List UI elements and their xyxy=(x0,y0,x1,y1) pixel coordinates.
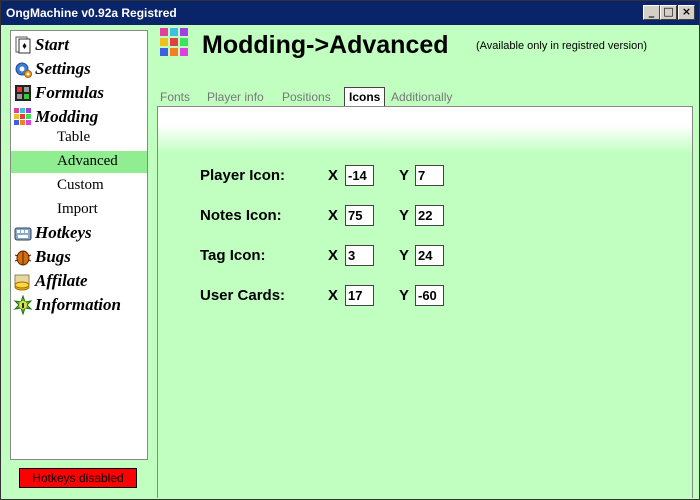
user-cards-x-field[interactable]: 17 xyxy=(345,285,374,306)
sidebar-subitem-label: Advanced xyxy=(57,153,118,169)
x-axis-label: X xyxy=(328,247,339,264)
sidebar-item-label: Modding xyxy=(35,107,99,126)
sidebar-item-label: Hotkeys xyxy=(35,223,92,242)
minimize-button[interactable]: _ xyxy=(643,5,660,20)
row-label-user-cards: User Cards: xyxy=(200,287,286,304)
calculator-icon xyxy=(15,85,31,101)
sidebar-item-settings[interactable]: Settings xyxy=(11,57,147,81)
sidebar-item-label: Formulas xyxy=(35,83,104,102)
tab-player-info[interactable]: Player info xyxy=(207,90,264,104)
tab-fonts[interactable]: Fonts xyxy=(160,90,190,104)
bug-icon xyxy=(14,250,32,266)
tab-additionally[interactable]: Additionally xyxy=(391,90,452,104)
icons-panel: Player Icon: X -14 Y 7 Notes Icon: X 75 … xyxy=(157,106,693,498)
sidebar-subitem-import[interactable]: Import xyxy=(11,199,147,221)
sidebar-item-hotkeys[interactable]: Hotkeys xyxy=(11,221,147,245)
hotkeys-status-badge[interactable]: Hotkeys disabled xyxy=(19,468,137,488)
sidebar-item-modding[interactable]: Modding xyxy=(11,105,147,129)
keyboard-icon xyxy=(14,227,32,241)
maximize-button[interactable]: □ xyxy=(660,5,677,20)
app-window: OngMachine v0.92a Registred _ □ × Start … xyxy=(0,0,700,500)
close-button[interactable]: × xyxy=(678,5,695,20)
sidebar-item-bugs[interactable]: Bugs xyxy=(11,245,147,269)
x-axis-label: X xyxy=(328,167,339,184)
sidebar-subitem-custom[interactable]: Custom xyxy=(11,175,147,197)
row-label-player-icon: Player Icon: xyxy=(200,167,286,184)
y-axis-label: Y xyxy=(399,207,410,224)
tab-positions[interactable]: Positions xyxy=(282,90,331,104)
title-bar[interactable]: OngMachine v0.92a Registred _ □ × xyxy=(1,1,699,25)
sidebar-item-formulas[interactable]: Formulas xyxy=(11,81,147,105)
x-axis-label: X xyxy=(328,287,339,304)
handshake-coins-icon xyxy=(14,274,30,291)
sidebar-subitem-advanced[interactable]: Advanced xyxy=(11,151,147,173)
player-icon-x-field[interactable]: -14 xyxy=(345,165,374,186)
tag-icon-x-field[interactable]: 3 xyxy=(345,245,374,266)
gear-icon xyxy=(15,62,32,78)
info-icon xyxy=(13,295,33,315)
row-label-tag-icon: Tag Icon: xyxy=(200,247,266,264)
sidebar-item-affilate[interactable]: Affilate xyxy=(11,269,147,293)
sidebar-item-label: Affilate xyxy=(35,271,88,290)
sidebar-item-label: Bugs xyxy=(35,247,71,266)
sidebar-subitem-label: Table xyxy=(57,129,91,145)
notes-icon-y-field[interactable]: 22 xyxy=(415,205,444,226)
page-title: Modding->Advanced xyxy=(202,31,449,59)
availability-note: (Available only in registred version) xyxy=(476,40,647,52)
sidebar-item-label: Information xyxy=(35,295,121,314)
user-cards-y-field[interactable]: -60 xyxy=(415,285,444,306)
sidebar-item-label: Settings xyxy=(35,59,91,78)
tab-bar: Fonts Player info Positions Icons Additi… xyxy=(155,87,699,108)
color-grid-icon xyxy=(14,108,31,125)
tab-icons[interactable]: Icons xyxy=(344,87,386,108)
sidebar-subitem-label: Import xyxy=(57,201,98,217)
player-icon-y-field[interactable]: 7 xyxy=(415,165,444,186)
y-axis-label: Y xyxy=(399,167,410,184)
sidebar-subitem-label: Custom xyxy=(57,177,104,193)
sidebar-item-label: Start xyxy=(35,35,70,54)
playing-card-icon xyxy=(15,36,31,54)
sidebar-nav: Start Settings Formulas Modding Table Ad… xyxy=(10,30,148,460)
tag-icon-y-field[interactable]: 24 xyxy=(415,245,444,266)
sidebar-item-start[interactable]: Start xyxy=(11,33,147,57)
y-axis-label: Y xyxy=(399,287,410,304)
notes-icon-x-field[interactable]: 75 xyxy=(345,205,374,226)
main-content: Modding->Advanced (Available only in reg… xyxy=(155,25,699,499)
y-axis-label: Y xyxy=(399,247,410,264)
color-grid-icon xyxy=(160,28,188,56)
row-label-notes-icon: Notes Icon: xyxy=(200,207,282,224)
sidebar-item-information[interactable]: Information xyxy=(11,293,147,317)
x-axis-label: X xyxy=(328,207,339,224)
window-title: OngMachine v0.92a Registred xyxy=(6,6,177,20)
sidebar-subitem-table[interactable]: Table xyxy=(11,127,147,149)
